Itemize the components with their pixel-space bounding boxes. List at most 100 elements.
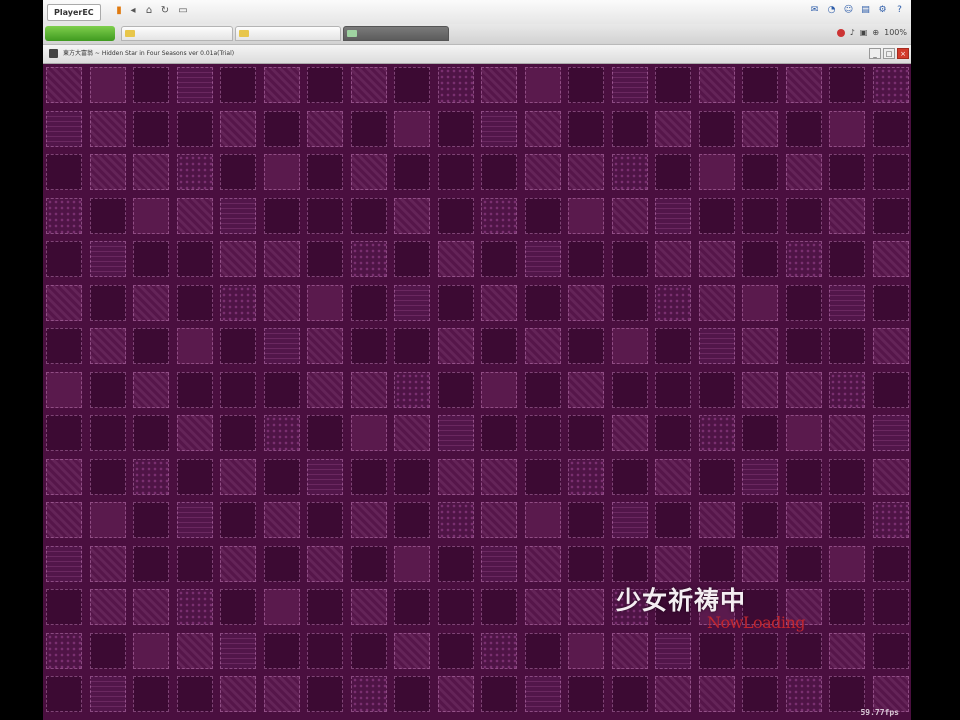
background-tile — [89, 110, 126, 147]
background-tile — [176, 284, 213, 321]
background-tile — [307, 589, 343, 625]
background-tile — [829, 676, 865, 712]
background-tile — [481, 241, 517, 277]
background-tile — [611, 502, 648, 538]
player-menu-button[interactable]: PlayerEC — [47, 4, 101, 21]
tab-3-active[interactable] — [343, 26, 449, 41]
back-icon[interactable]: ◂ — [127, 5, 139, 17]
background-tile — [350, 110, 387, 147]
background-tile — [611, 458, 648, 495]
background-tile — [655, 545, 691, 582]
user-icon[interactable]: ☺ — [843, 5, 854, 16]
background-tile — [46, 197, 82, 234]
background-tile — [133, 415, 169, 451]
background-tile — [829, 371, 865, 408]
background-tile — [698, 676, 735, 712]
background-tile — [785, 67, 822, 103]
background-tile — [568, 241, 604, 277]
zoom-icon[interactable]: ⊕ — [872, 27, 879, 39]
background-tile — [263, 67, 300, 103]
background-tile — [394, 502, 430, 538]
background-tile — [698, 415, 735, 451]
background-tile — [89, 458, 126, 495]
tab-1[interactable] — [121, 26, 233, 41]
background-tile — [394, 589, 430, 625]
home-icon[interactable]: ⌂ — [143, 5, 155, 17]
loading-text: 少女祈祷中 — [616, 586, 747, 615]
background-tile — [829, 328, 865, 364]
background-tile — [220, 328, 256, 364]
background-tile — [872, 371, 909, 408]
background-tile — [872, 328, 909, 364]
background-tile — [568, 676, 604, 712]
close-button[interactable]: × — [897, 48, 909, 59]
background-tile — [133, 241, 169, 277]
background-tile — [46, 589, 82, 625]
tab-bar: ♪ ▣ ⊕ 100% — [43, 24, 911, 45]
background-tile — [437, 371, 474, 408]
background-tile — [742, 241, 778, 277]
background-tile — [829, 284, 865, 321]
background-tile — [220, 197, 256, 234]
background-tile — [46, 502, 82, 538]
rss-icon[interactable]: ◔ — [826, 5, 837, 16]
new-tab-button[interactable] — [45, 26, 115, 41]
background-tile — [133, 632, 169, 669]
background-tile — [698, 371, 735, 408]
help-icon[interactable]: ? — [894, 5, 905, 16]
background-tile — [133, 502, 169, 538]
background-tile — [698, 67, 735, 103]
background-tile — [176, 197, 213, 234]
background-tile — [176, 154, 213, 190]
background-tile — [872, 154, 909, 190]
background-tile — [481, 415, 517, 451]
background-tile — [568, 632, 604, 669]
bookmark-icon[interactable]: ▮ — [113, 5, 125, 17]
background-tile — [176, 676, 213, 712]
window-icon[interactable]: ▭ — [177, 5, 189, 17]
background-tile — [829, 545, 865, 582]
refresh-icon[interactable]: ↻ — [159, 5, 171, 17]
speaker-icon[interactable]: ♪ — [850, 27, 855, 39]
background-tile — [655, 502, 691, 538]
background-tile — [698, 502, 735, 538]
background-tile — [655, 110, 691, 147]
background-tile — [263, 676, 300, 712]
background-tile — [785, 197, 822, 234]
background-tile — [307, 502, 343, 538]
loading-subtext: NowLoading — [707, 613, 806, 632]
minimize-button[interactable]: _ — [869, 48, 881, 59]
zoom-level[interactable]: 100% — [884, 27, 907, 39]
record-icon[interactable] — [836, 29, 845, 37]
background-tile — [307, 110, 343, 147]
chat-icon[interactable]: ▤ — [860, 5, 871, 16]
background-tile — [742, 632, 778, 669]
background-tile — [307, 632, 343, 669]
background-tile — [220, 502, 256, 538]
background-tile — [176, 632, 213, 669]
mail-icon[interactable]: ✉ — [809, 5, 820, 16]
background-tile — [350, 589, 387, 625]
game-canvas[interactable]: 少女祈祷中 NowLoading 59.77fps — [43, 64, 911, 720]
background-tile — [46, 328, 82, 364]
background-tile — [89, 241, 126, 277]
background-tile — [220, 458, 256, 495]
background-tile — [394, 110, 430, 147]
background-tile — [133, 154, 169, 190]
background-tile — [89, 415, 126, 451]
tab-2[interactable] — [235, 26, 341, 41]
background-tile — [611, 197, 648, 234]
background-tile — [307, 371, 343, 408]
background-tile — [698, 110, 735, 147]
screenshot-icon[interactable]: ▣ — [860, 27, 868, 39]
background-tile — [829, 197, 865, 234]
background-tile — [220, 241, 256, 277]
background-tile — [655, 371, 691, 408]
background-tile — [698, 545, 735, 582]
background-tile — [89, 502, 126, 538]
background-tile — [829, 241, 865, 277]
tools-icon[interactable]: ⚙ — [877, 5, 888, 16]
background-tile — [437, 676, 474, 712]
background-tile — [611, 328, 648, 364]
maximize-button[interactable]: □ — [883, 48, 895, 59]
